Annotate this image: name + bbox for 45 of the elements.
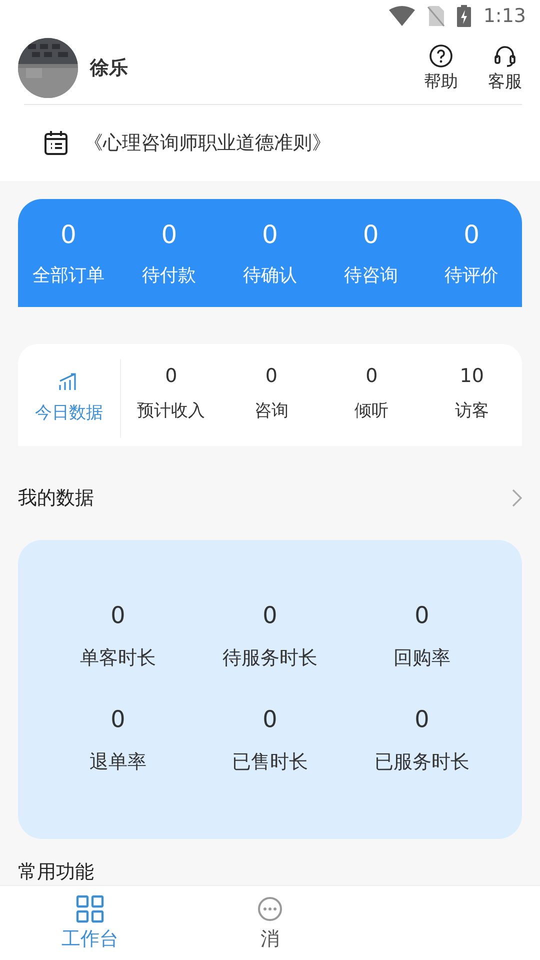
data-label: 待服务时长 <box>222 646 318 672</box>
no-sim-icon <box>427 5 446 28</box>
nav-tab[interactable]: 消 <box>180 886 360 960</box>
help-button[interactable]: 帮助 <box>424 44 458 93</box>
data-value: 0 <box>414 603 430 630</box>
order-status-button[interactable]: 0 全部订单 <box>18 220 119 287</box>
stat-value: 10 <box>460 364 484 387</box>
headset-icon <box>493 44 517 68</box>
order-status-button[interactable]: 0 待确认 <box>220 220 320 287</box>
user-name: 徐乐 <box>90 56 129 82</box>
customer-service-button[interactable]: 客服 <box>488 44 522 93</box>
chat-icon <box>256 895 284 923</box>
data-value: 0 <box>262 603 278 630</box>
calendar-list-icon <box>44 130 68 156</box>
order-status-button[interactable]: 0 待咨询 <box>320 220 422 287</box>
nav-tab[interactable]: 工作台 <box>0 886 180 960</box>
data-label: 已售时长 <box>232 750 308 776</box>
data-label: 退单率 <box>90 750 146 776</box>
data-label: 已服务时长 <box>374 750 470 776</box>
data-value: 0 <box>414 707 430 734</box>
status-time: 1:13 <box>483 5 526 28</box>
today-data-title: 今日数据 <box>35 402 103 424</box>
help-icon <box>429 44 453 68</box>
stat-value: 0 <box>265 364 278 387</box>
data-value: 0 <box>262 707 278 734</box>
stat-label: 咨询 <box>254 400 288 422</box>
data-value: 0 <box>110 707 126 734</box>
stat-label: 预计收入 <box>137 400 206 422</box>
section-title: 我的数据 <box>18 486 94 511</box>
notice-link[interactable]: 《心理咨询师职业道德准则》 <box>84 130 331 156</box>
stat-value: 0 <box>165 364 178 387</box>
order-status-button[interactable]: 0 待评价 <box>421 220 522 287</box>
grid-icon <box>76 895 104 923</box>
battery-icon <box>457 5 472 28</box>
data-label: 单客时长 <box>80 646 156 672</box>
stat-label: 倾听 <box>354 400 389 422</box>
bar-chart-icon <box>59 372 79 391</box>
wifi-icon <box>389 6 416 26</box>
order-status-button[interactable]: 0 待付款 <box>118 220 220 287</box>
data-value: 0 <box>110 603 126 630</box>
data-label: 回购率 <box>394 646 450 672</box>
stat-value: 0 <box>366 364 378 387</box>
stat-label: 访客 <box>454 400 489 422</box>
chevron-right-icon[interactable] <box>512 488 522 507</box>
section-title: 常用功能 <box>18 860 94 883</box>
